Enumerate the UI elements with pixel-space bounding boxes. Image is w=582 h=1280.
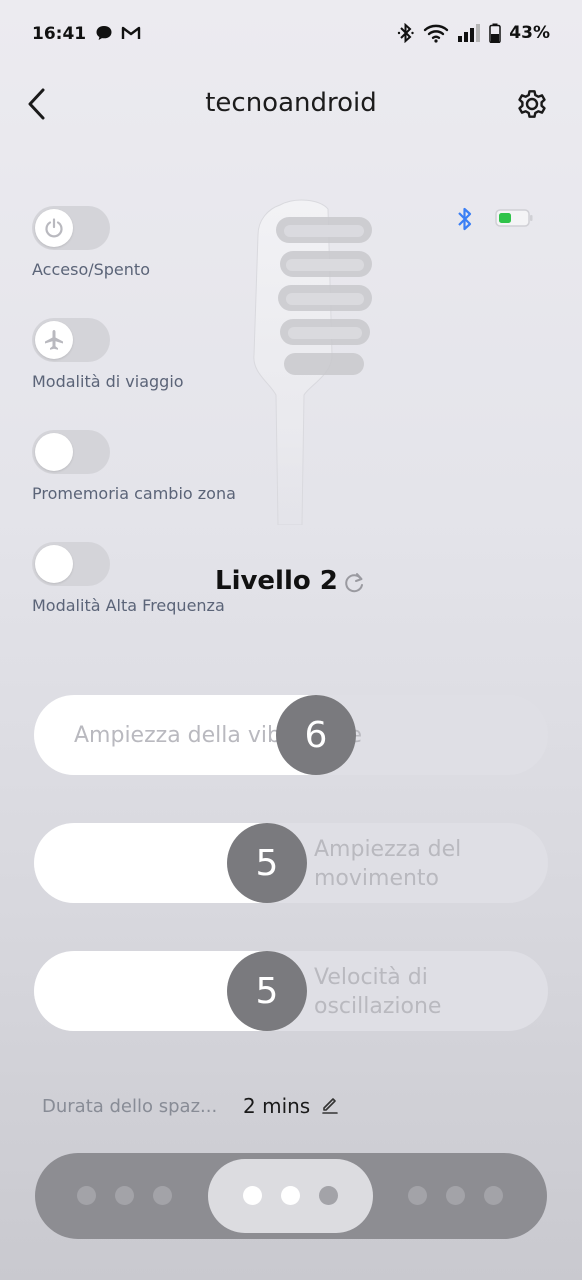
toggle-label: Acceso/Spento [32, 260, 150, 279]
status-time: 16:41 [32, 24, 87, 44]
page-1-dot[interactable] [115, 1186, 134, 1205]
chat-bubble-icon [96, 26, 112, 40]
zone-reminder-toggle[interactable] [32, 430, 110, 474]
toggle-high-frequency-row: Modalità Alta Frequenza [32, 542, 225, 615]
toggle-label: Modalità Alta Frequenza [32, 596, 225, 615]
page-2-dot[interactable] [243, 1186, 262, 1205]
page-2-dot[interactable] [281, 1186, 300, 1205]
status-right: 43% [397, 23, 550, 43]
pencil-icon[interactable] [320, 1094, 340, 1114]
travel-mode-toggle[interactable] [32, 318, 110, 362]
slider-handle[interactable]: 6 [276, 695, 356, 775]
page-title: tecnoandroid [205, 88, 377, 118]
settings-button[interactable] [512, 84, 552, 124]
battery-icon [489, 23, 502, 43]
oscillation-speed-slider[interactable]: 5 Velocità di oscillazione [34, 951, 548, 1031]
slider-label: Ampiezza del movimento [314, 837, 462, 891]
toggle-knob [35, 433, 73, 471]
page-1-dot[interactable] [77, 1186, 96, 1205]
slider-handle[interactable]: 5 [227, 823, 307, 903]
power-toggle[interactable] [32, 206, 110, 250]
airplane-icon [45, 330, 63, 350]
level-label: Livello 2 [215, 566, 338, 596]
gmail-icon [121, 26, 141, 39]
wifi-icon [424, 24, 449, 43]
slider-handle[interactable]: 5 [227, 951, 307, 1031]
toggle-knob [35, 545, 73, 583]
battery-percent: 43% [509, 23, 550, 43]
vibration-amplitude-slider[interactable]: Ampiezza della vibrazione 6 [34, 695, 548, 775]
power-icon [45, 218, 63, 238]
status-left-icons [95, 24, 141, 42]
device-battery-icon [495, 209, 533, 227]
interval-duration-label: Durata dello spaz... [42, 1096, 218, 1117]
toggle-knob [35, 209, 73, 247]
page-3-dot[interactable] [484, 1186, 503, 1205]
signal-icon [458, 24, 481, 42]
toggle-power-row: Acceso/Spento [32, 206, 150, 279]
toothbrush-image [253, 199, 372, 525]
toggle-label: Promemoria cambio zona [32, 484, 236, 503]
gear-icon [518, 90, 546, 118]
refresh-icon[interactable] [341, 570, 367, 596]
toggle-label: Modalità di viaggio [32, 372, 184, 391]
page-2-dot[interactable] [319, 1186, 338, 1205]
interval-duration-value[interactable]: 2 mins [243, 1094, 310, 1118]
movement-amplitude-slider[interactable]: 5 Ampiezza del movimento [34, 823, 548, 903]
toggle-zone-reminder-row: Promemoria cambio zona [32, 430, 236, 503]
high-frequency-toggle[interactable] [32, 542, 110, 586]
bluetooth-icon [458, 207, 472, 231]
toggle-knob [35, 321, 73, 359]
page-3-dot[interactable] [446, 1186, 465, 1205]
slider-label: Velocità di oscillazione [314, 965, 442, 1019]
bluetooth-icon [398, 23, 414, 43]
page-1-dot[interactable] [153, 1186, 172, 1205]
mode-page-selector[interactable] [35, 1153, 547, 1239]
page-3-dot[interactable] [408, 1186, 427, 1205]
toggle-travel-row: Modalità di viaggio [32, 318, 184, 391]
